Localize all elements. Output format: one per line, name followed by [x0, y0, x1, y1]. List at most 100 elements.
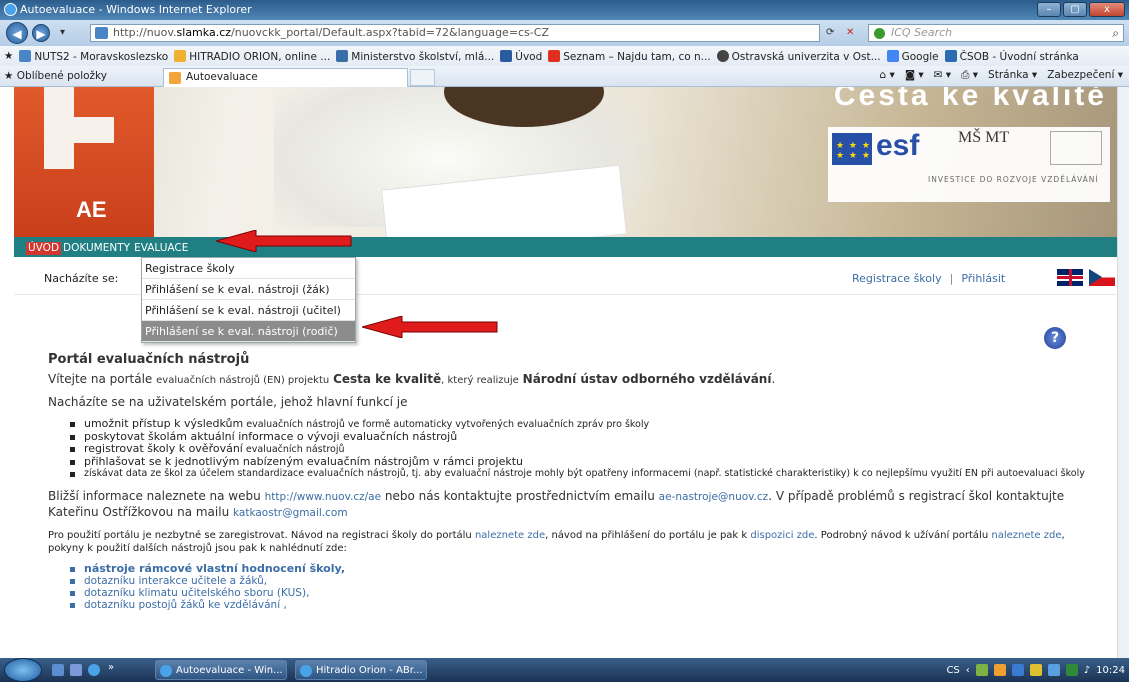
page-title: Portál evaluačních nástrojů [48, 352, 250, 367]
page-viewport: AE Cesta ke kvalitě ★ ★ ★ ★ ★ ★ esf MŠ MT… [0, 87, 1129, 658]
tool-link[interactable]: dotazníku postojů žáků ke vzdělávání , [70, 599, 1093, 611]
usage-guide-link[interactable]: naleznete zde [991, 530, 1061, 541]
stop-icon[interactable]: ✕ [846, 25, 854, 41]
chevron-icon[interactable]: » [108, 662, 114, 673]
show-desktop-icon[interactable] [52, 664, 64, 676]
ie-icon [300, 665, 312, 677]
home-icon[interactable]: ⌂ ▾ [880, 69, 895, 82]
window-title: Autoevaluace - Windows Internet Explorer [20, 3, 252, 16]
banner-photo [274, 87, 654, 237]
list-item: přihlašovat se k jednotlivým nabízeným e… [70, 456, 1093, 468]
dropdown-item-rodic[interactable]: Přihlášení se k eval. nástroji (rodič) [142, 321, 355, 342]
favorite-link[interactable]: Ministerstvo školství, mlá... [336, 49, 494, 63]
switch-windows-icon[interactable] [70, 664, 82, 676]
ie-quicklaunch-icon[interactable] [88, 664, 100, 676]
help-icon[interactable]: ? [1044, 327, 1066, 349]
tool-link[interactable]: nástroje rámcové vlastní hodnocení školy… [70, 563, 1093, 575]
esf-logo: esf [876, 129, 920, 162]
email-link[interactable]: ae-nastroje@nuov.cz [659, 491, 769, 503]
language-indicator[interactable]: CS [946, 665, 959, 676]
seznam-icon [548, 49, 561, 62]
tab-autoevaluace[interactable]: Autoevaluace [163, 68, 408, 87]
history-dropdown-icon[interactable]: ▾ [60, 25, 65, 41]
vertical-scrollbar[interactable] [1117, 87, 1129, 658]
favorite-link[interactable]: Google [886, 49, 939, 63]
tool-link[interactable]: dotazníku klimatu učitelského sboru (KUS… [70, 587, 1093, 599]
favorites-bar: ★ NUTS2 - Moravskoslezsko HITRADIO ORION… [0, 46, 1129, 66]
welcome-text: Vítejte na portále evaluačních nástrojů … [48, 372, 776, 386]
favorite-link[interactable]: Ostravská univerzita v Ost... [716, 49, 881, 63]
nuov-link[interactable]: http://www.nuov.cz/ae [265, 491, 382, 503]
maximize-button[interactable]: ▢ [1063, 2, 1087, 17]
clock[interactable]: 10:24 [1096, 665, 1125, 676]
address-input[interactable]: http://nuov.slamka.cz/nuovckk_portal/Def… [90, 24, 820, 42]
minimize-button[interactable]: – [1037, 2, 1061, 17]
dropdown-item-zak[interactable]: Přihlášení se k eval. nástroji (žák) [142, 279, 355, 300]
network-icon[interactable] [1047, 664, 1060, 676]
start-button[interactable] [4, 658, 42, 682]
registration-guide-link[interactable]: naleznete zde [475, 530, 545, 541]
safety-menu[interactable]: Zabezpečení ▾ [1047, 69, 1123, 82]
back-button[interactable]: ◀ [6, 22, 28, 44]
forward-button[interactable]: ▶ [32, 24, 50, 42]
favorite-link[interactable]: ČSOB - Úvodní stránka [944, 49, 1079, 63]
functions-list: umožnit přístup k výsledkům evaluačních … [70, 418, 1093, 479]
czech-flag-icon[interactable] [1089, 269, 1115, 286]
close-button[interactable]: x [1089, 2, 1125, 17]
tray-icon[interactable] [1065, 664, 1078, 676]
taskbar-button-autoevaluace[interactable]: Autoevaluace - Win... [155, 660, 287, 680]
header-banner: AE Cesta ke kvalitě ★ ★ ★ ★ ★ ★ esf MŠ MT… [14, 87, 1117, 237]
tray-icon[interactable] [975, 664, 988, 676]
favorite-link[interactable]: Úvod [500, 49, 542, 63]
address-toolbar: ◀ ▶ ▾ http://nuov.slamka.cz/nuovckk_port… [0, 20, 1129, 46]
list-item: získávat data ze škol za účelem standard… [70, 468, 1093, 479]
window-titlebar: Autoevaluace - Windows Internet Explorer… [0, 0, 1129, 20]
email2-link[interactable]: katkaostr@gmail.com [233, 507, 348, 519]
tab-bar: ★ Oblíbené položky Autoevaluace ⌂ ▾ ◙ ▾ … [0, 66, 1129, 87]
print-icon[interactable]: ⎙ ▾ [961, 69, 978, 82]
dropdown-item-ucitel[interactable]: Přihlášení se k eval. nástroji (učitel) [142, 300, 355, 321]
icq-icon [874, 28, 885, 39]
info-text: Bližší informace naleznete na webu http:… [48, 489, 1065, 519]
banner-slogan: Cesta ke kvalitě [833, 87, 1107, 112]
new-tab-button[interactable] [410, 69, 435, 86]
main-content: Portál evaluačních nástrojů Vítejte na p… [48, 352, 1093, 611]
english-flag-icon[interactable] [1057, 269, 1083, 286]
evaluace-dropdown-menu: Registrace školy Přihlášení se k eval. n… [141, 257, 356, 343]
dropdown-item-registrace[interactable]: Registrace školy [142, 258, 355, 279]
bank-icon [944, 49, 957, 62]
msmt-logo: MŠ MT [958, 129, 1010, 146]
tray-icon[interactable] [993, 664, 1006, 676]
favorite-link[interactable]: HITRADIO ORION, online ... [174, 49, 330, 63]
chevron-left-icon[interactable]: ‹ [966, 665, 970, 676]
location-label: Nacházíte se: [44, 272, 119, 285]
favorite-link[interactable]: Seznam – Najdu tam, co n... [548, 49, 711, 63]
mail-icon[interactable]: ✉ ▾ [934, 69, 951, 82]
search-input[interactable]: ICQ Search ⌕ [868, 24, 1124, 42]
tray-icon[interactable] [1011, 664, 1024, 676]
login-guide-link[interactable]: dispozici zde [750, 530, 814, 541]
page-icon [500, 49, 513, 62]
taskbar-button-hitradio[interactable]: Hitradio Orion - ABr... [295, 660, 427, 680]
page-menu[interactable]: Stránka ▾ [988, 69, 1037, 82]
register-link[interactable]: Registrace školy [852, 272, 942, 285]
menu-item-uvod[interactable]: Úvod [26, 242, 62, 255]
page-icon [95, 27, 108, 39]
tool-link[interactable]: dotazníku interakce učitele a žáků, [70, 575, 1093, 587]
tools-links-list: nástroje rámcové vlastní hodnocení školy… [70, 563, 1093, 611]
add-favorite-icon[interactable]: ★ [4, 50, 13, 62]
login-link[interactable]: Přihlásit [961, 272, 1005, 285]
search-icon[interactable]: ⌕ [1112, 25, 1119, 41]
ministry-icon [336, 49, 349, 62]
page-icon [19, 49, 32, 62]
red-arrow-annotation [216, 230, 352, 252]
menu-item-evaluace[interactable]: Evaluace [132, 242, 190, 255]
volume-icon[interactable]: ♪ [1084, 665, 1090, 676]
feeds-icon[interactable]: ◙ ▾ [905, 69, 924, 82]
favorites-button[interactable]: ★ Oblíbené položky [4, 70, 107, 82]
favorite-link[interactable]: NUTS2 - Moravskoslezsko [19, 49, 168, 63]
menu-item-dokumenty[interactable]: Dokumenty [61, 242, 132, 255]
refresh-icon[interactable]: ⟳ [826, 25, 834, 41]
sponsor-logos: ★ ★ ★ ★ ★ ★ esf MŠ MT INVESTICE DO ROZVOJ… [828, 127, 1110, 202]
tray-icon[interactable] [1029, 664, 1042, 676]
